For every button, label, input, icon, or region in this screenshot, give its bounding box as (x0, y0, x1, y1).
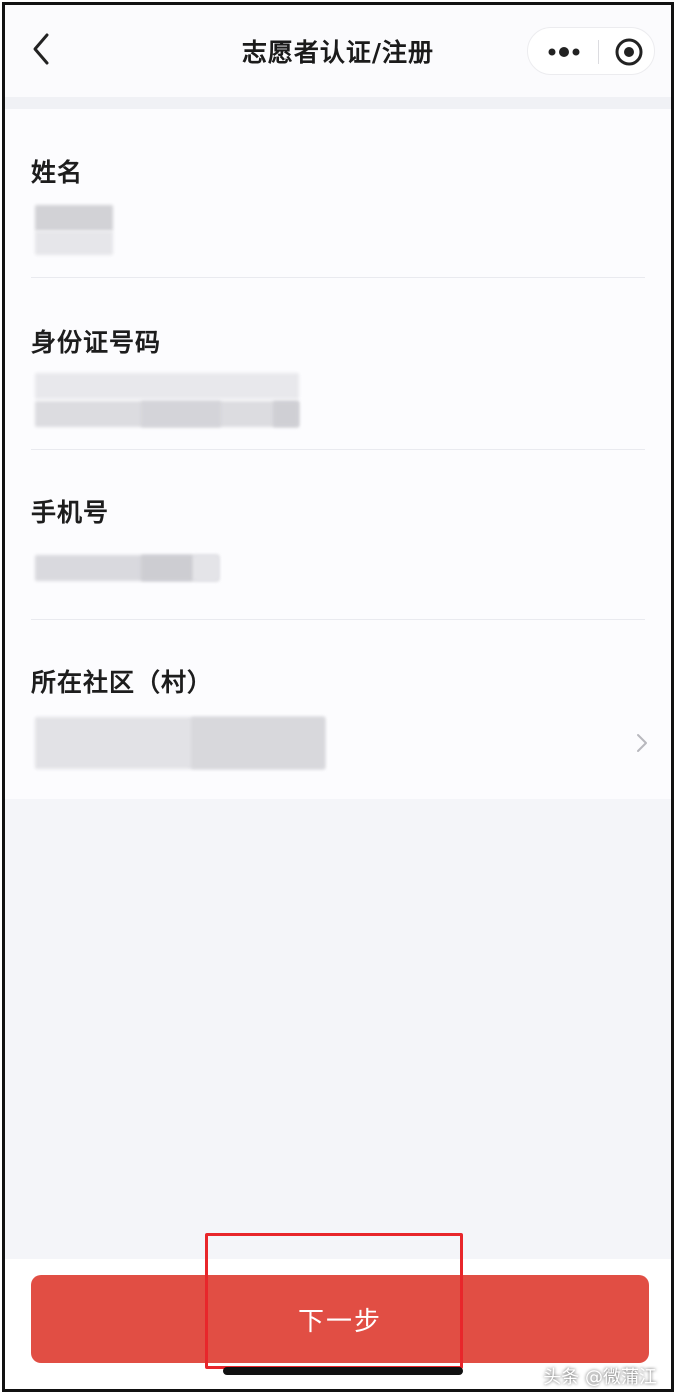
id-number-field: 身份证号码 (31, 323, 645, 451)
field-label-id-number: 身份证号码 (31, 328, 162, 357)
phone-input[interactable] (31, 553, 331, 585)
mini-program-capsule (527, 27, 655, 75)
phone-field: 手机号 (31, 493, 645, 621)
community-field[interactable]: 所在社区（村） (31, 663, 645, 773)
divider-line (31, 449, 645, 450)
name-field: 姓名 (31, 153, 645, 279)
field-label-phone: 手机号 (31, 498, 110, 527)
field-label-name: 姓名 (31, 158, 84, 187)
home-indicator (223, 1367, 463, 1375)
id-number-input[interactable] (31, 363, 331, 427)
divider-line (31, 619, 645, 620)
watermark: 头条 @微蒲江 (543, 1367, 657, 1388)
name-input[interactable] (31, 205, 431, 265)
close-circle-icon[interactable] (614, 37, 644, 67)
volunteer-form: 姓名 身份证号码 手机号 所在社区（村） (5, 109, 671, 799)
more-dots-icon[interactable] (544, 40, 584, 64)
community-select[interactable] (31, 717, 371, 769)
capsule-divider (598, 40, 599, 64)
next-step-button[interactable]: 下一步 (31, 1275, 649, 1363)
nav-bar: 志愿者认证/注册 (5, 5, 671, 97)
field-label-community: 所在社区（村） (31, 668, 214, 697)
divider-line (31, 277, 645, 278)
chevron-right-icon (637, 734, 647, 752)
phone-frame: 志愿者认证/注册 姓名 身份证号码 手机号 所在社区（村） 下一步 头条 @微蒲… (2, 2, 674, 1392)
nav-divider (5, 97, 671, 109)
